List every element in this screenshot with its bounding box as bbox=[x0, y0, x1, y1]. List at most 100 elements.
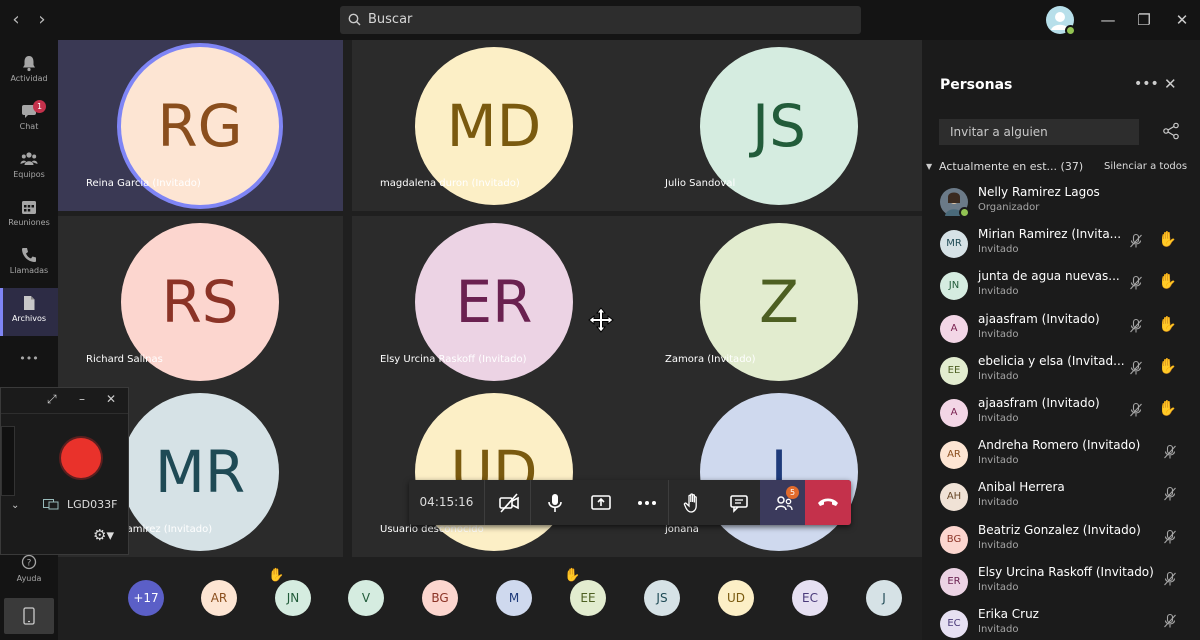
participant-name: ajaasfram (Invitado) bbox=[978, 396, 1100, 410]
strip-avatar[interactable]: M bbox=[496, 580, 532, 616]
participant-tile[interactable]: ER Elsy Urcina Raskoff (Invitado) bbox=[352, 216, 637, 387]
participant-row[interactable]: EE ebelicia y elsa (Invitad... Invitado ✋ bbox=[922, 351, 1200, 393]
mic-muted-icon[interactable] bbox=[1128, 275, 1144, 295]
strip-avatar[interactable]: V bbox=[348, 580, 384, 616]
share-icon[interactable] bbox=[1162, 122, 1180, 140]
minimize-button[interactable]: — bbox=[1096, 8, 1120, 32]
participant-avatar: A bbox=[940, 314, 968, 343]
participant-name: ebelicia y elsa (Invitad... bbox=[978, 353, 1125, 368]
strip-avatar[interactable]: JN bbox=[275, 580, 311, 616]
strip-avatar[interactable]: EE bbox=[570, 580, 606, 616]
participant-role: Invitado bbox=[978, 581, 1019, 593]
raised-hand-icon: ✋ bbox=[1158, 356, 1177, 375]
mic-muted-icon[interactable] bbox=[1162, 613, 1178, 633]
participant-row[interactable]: JN junta de agua nuevas... Invitado ✋ bbox=[922, 266, 1200, 308]
rail-item-chat[interactable]: 1 Chat bbox=[0, 96, 58, 144]
recorder-preview bbox=[1, 426, 15, 496]
participant-name: Andreha Romero (Invitado) bbox=[978, 438, 1141, 453]
participant-avatar: AH bbox=[940, 483, 968, 512]
participants-button[interactable]: 5 bbox=[760, 480, 806, 525]
rail-item-llamadas[interactable]: Llamadas bbox=[0, 240, 58, 288]
mute-all-button[interactable]: Silenciar a todos bbox=[1104, 161, 1187, 172]
participant-row[interactable]: Nelly Ramirez Lagos Organizador bbox=[922, 182, 1200, 224]
rail-label: Reuniones bbox=[8, 218, 50, 227]
participant-row[interactable]: EC Erika Cruz Invitado bbox=[922, 604, 1200, 640]
participant-role: Invitado bbox=[978, 413, 1019, 424]
mobile-app-button[interactable] bbox=[4, 598, 54, 634]
panel-more-button[interactable]: ••• bbox=[1134, 76, 1159, 92]
participant-row[interactable]: AH Anibal Herrera Invitado bbox=[922, 477, 1200, 519]
share-screen-button[interactable] bbox=[577, 480, 623, 525]
recorder-close-button[interactable]: ✕ bbox=[106, 392, 116, 406]
strip-avatar[interactable]: BG bbox=[422, 580, 458, 616]
back-button[interactable]: ‹ bbox=[6, 9, 26, 31]
chevron-down-icon[interactable]: ⌄ bbox=[11, 500, 19, 511]
overflow-participants[interactable]: +17 bbox=[128, 580, 164, 616]
recorder-maximize-button[interactable]: ⤢ bbox=[47, 392, 57, 407]
rail-label: Llamadas bbox=[9, 266, 49, 275]
participant-tile[interactable]: MD magdalena duron (Invitado) bbox=[352, 40, 637, 211]
rail-item-actividad[interactable]: Actividad bbox=[0, 48, 58, 96]
participant-avatar: EE bbox=[940, 356, 968, 385]
participant-tile[interactable]: J jonana bbox=[637, 386, 922, 557]
participant-row[interactable]: ER Elsy Urcina Raskoff (Invitado) Invitado bbox=[922, 562, 1200, 604]
more-actions-button[interactable] bbox=[623, 480, 669, 525]
participant-role: Invitado bbox=[978, 286, 1019, 298]
hang-up-button[interactable] bbox=[805, 480, 851, 525]
record-button[interactable] bbox=[61, 438, 101, 478]
participant-avatar: EC bbox=[940, 610, 968, 638]
raised-hand-icon: ✋ bbox=[1158, 314, 1177, 333]
strip-avatar[interactable]: J bbox=[866, 580, 902, 616]
participant-row[interactable]: MR Mirian Ramirez (Invita... Invitado ✋ bbox=[922, 224, 1200, 266]
participant-tile[interactable]: Z Zamora (Invitado) bbox=[637, 216, 922, 387]
forward-button[interactable]: › bbox=[32, 9, 52, 31]
camera-toggle[interactable] bbox=[485, 480, 531, 525]
close-button[interactable]: ✕ bbox=[1170, 8, 1194, 32]
rail-item-equipos[interactable]: Equipos bbox=[0, 144, 58, 192]
raise-hand-button[interactable] bbox=[669, 480, 715, 525]
mic-toggle[interactable] bbox=[531, 480, 577, 525]
rail-item-archivos[interactable]: Archivos bbox=[0, 288, 58, 336]
restore-button[interactable]: ❐ bbox=[1132, 8, 1156, 32]
strip-avatar[interactable]: EC bbox=[792, 580, 828, 616]
more-apps-button[interactable]: ••• bbox=[0, 344, 58, 374]
mic-muted-icon[interactable] bbox=[1128, 233, 1144, 253]
camera-off-icon bbox=[499, 493, 519, 513]
mic-muted-icon[interactable] bbox=[1128, 402, 1144, 422]
mic-muted-icon[interactable] bbox=[1128, 360, 1144, 380]
mic-muted-icon[interactable] bbox=[1162, 529, 1178, 549]
participant-row[interactable]: Aajaasfram (Invitado) Invitado ✋ bbox=[922, 309, 1200, 351]
participant-tile[interactable]: RS Richard Salinas bbox=[58, 216, 343, 387]
rail-item-reuniones[interactable]: Reuniones bbox=[0, 192, 58, 240]
people-panel: Personas ••• ✕ ▼ Actualmente en est... (… bbox=[922, 40, 1200, 640]
recorder-minimize-button[interactable]: – bbox=[79, 392, 85, 406]
recorder-device-label: LGD033F bbox=[67, 498, 118, 511]
mic-muted-icon[interactable] bbox=[1162, 444, 1178, 464]
strip-avatar[interactable]: AR bbox=[201, 580, 237, 616]
mic-muted-icon[interactable] bbox=[1162, 571, 1178, 591]
mic-muted-icon[interactable] bbox=[1162, 486, 1178, 506]
help-button[interactable]: ? Ayuda bbox=[0, 548, 58, 592]
in-meeting-section[interactable]: ▼ Actualmente en est... (37) Silenciar a… bbox=[926, 160, 1200, 178]
search-box[interactable]: Buscar bbox=[340, 6, 861, 34]
participant-tile[interactable]: RG Reina Garcia (Invitado) bbox=[58, 40, 343, 211]
participant-name: Usuario desconocido bbox=[380, 524, 484, 535]
participant-name: Erika Cruz bbox=[978, 607, 1039, 621]
invite-input[interactable] bbox=[939, 119, 1139, 145]
settings-gear-icon[interactable]: ⚙▾ bbox=[93, 526, 114, 544]
participant-tile[interactable]: UD Usuario desconocido bbox=[352, 386, 637, 557]
participant-avatar: ER bbox=[940, 567, 968, 596]
move-cursor-icon bbox=[588, 307, 614, 333]
panel-close-button[interactable]: ✕ bbox=[1164, 75, 1177, 93]
mic-muted-icon[interactable] bbox=[1128, 318, 1144, 338]
profile-avatar[interactable] bbox=[1046, 6, 1076, 36]
chat-button[interactable] bbox=[715, 480, 761, 525]
participant-row[interactable]: Aajaasfram (Invitado) Invitado ✋ bbox=[922, 393, 1200, 435]
participant-row[interactable]: AR Andreha Romero (Invitado) Invitado bbox=[922, 435, 1200, 477]
participant-tile[interactable]: JS Julio Sandoval bbox=[637, 40, 922, 211]
strip-avatar[interactable]: JS bbox=[644, 580, 680, 616]
participant-row[interactable]: BG Beatriz Gonzalez (Invitado) Invitado bbox=[922, 520, 1200, 562]
file-icon bbox=[24, 296, 35, 310]
participant-name: Beatriz Gonzalez (Invitado) bbox=[978, 522, 1141, 537]
strip-avatar[interactable]: UD bbox=[718, 580, 754, 616]
